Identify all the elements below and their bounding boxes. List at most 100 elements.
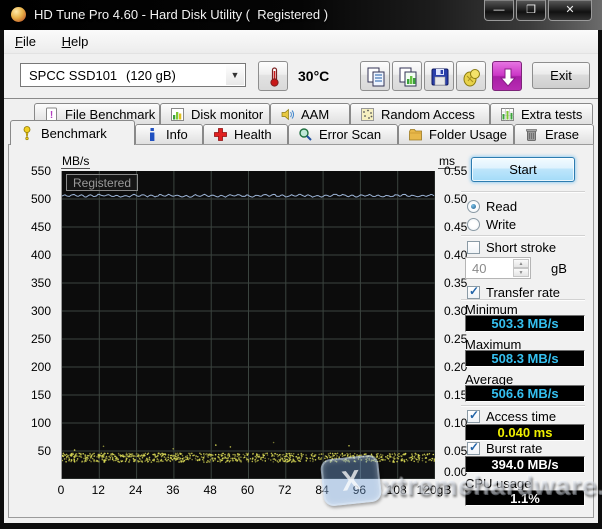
minimize-button[interactable]: —: [484, 0, 514, 21]
left-tick: 250: [30, 332, 51, 346]
checkbox-icon: [467, 241, 480, 254]
radio-circle-icon: [467, 200, 480, 213]
aam-icon: [280, 107, 295, 122]
drive-select[interactable]: SPCC SSD101 (120 gB) ▼: [20, 63, 246, 87]
left-tick: 50: [37, 444, 51, 458]
options-icon: [463, 69, 480, 87]
chevron-down-icon[interactable]: ▼: [226, 65, 244, 85]
tab-label: AAM: [301, 106, 330, 122]
tab-random-access[interactable]: Random Access: [350, 103, 490, 124]
drive-name: SPCC SSD101: [29, 68, 118, 83]
spinner-buttons: ▲ ▼: [513, 259, 529, 277]
tab-benchmark[interactable]: Benchmark: [10, 120, 135, 145]
burst-rate-value: 394.0 MB/s: [465, 456, 585, 473]
tab-erase[interactable]: Erase: [514, 124, 594, 144]
left-tick: 100: [30, 416, 51, 430]
x-tick: 0: [57, 483, 65, 497]
left-tick: 350: [30, 276, 51, 290]
svg-text:!: !: [50, 110, 53, 121]
erase-icon: [524, 127, 539, 142]
copy-button[interactable]: [360, 61, 390, 91]
burst-rate-checkbox[interactable]: Burst rate: [467, 440, 591, 456]
temperature-button[interactable]: [258, 61, 288, 91]
tab-aam[interactable]: AAM: [270, 103, 350, 124]
menu-help[interactable]: Help: [51, 30, 100, 52]
capacity-spinner[interactable]: 40 ▲ ▼: [465, 257, 531, 279]
burst-rate-label: Burst rate: [486, 441, 543, 456]
tab-label: Folder Usage: [429, 127, 508, 142]
radio-circle-icon: [467, 218, 480, 231]
left-tick: 400: [30, 248, 51, 262]
short-stroke-checkbox[interactable]: Short stroke: [467, 240, 591, 255]
left-tick: 150: [30, 388, 51, 402]
access-time-value: 0.040 ms: [465, 424, 585, 441]
left-tick: 450: [30, 220, 51, 234]
benchmark-plot: Registered: [61, 171, 436, 480]
folder-usage-icon: [408, 127, 423, 142]
error-scan-icon: [298, 127, 313, 142]
tab-label: Extra tests: [521, 106, 583, 122]
left-tick: 200: [30, 360, 51, 374]
average-value: 506.6 MB/s: [465, 385, 585, 402]
exit-button[interactable]: Exit: [532, 62, 590, 89]
read-label: Read: [486, 199, 518, 214]
tab-label: Benchmark: [41, 125, 107, 141]
start-button[interactable]: Start: [471, 157, 575, 182]
tab-info[interactable]: Info: [135, 124, 203, 144]
tab-health[interactable]: Health: [203, 124, 288, 144]
titlebar: HD Tune Pro 4.60 - Hard Disk Utility ( R…: [0, 0, 602, 30]
separator: [461, 405, 585, 407]
window-title: HD Tune Pro 4.60 - Hard Disk Utility ( R…: [34, 7, 329, 22]
spinner-unit-label: gB: [551, 261, 567, 276]
maximize-button[interactable]: ❒: [516, 0, 546, 21]
cpu-usage-value: 1.1%: [465, 490, 585, 506]
download-arrow-icon: [499, 68, 517, 87]
registered-watermark: Registered: [66, 174, 139, 191]
disk-monitor-icon: [170, 107, 185, 122]
spinner-down-icon[interactable]: ▼: [513, 268, 529, 277]
info-icon: [145, 127, 160, 142]
menu-file[interactable]: File: [4, 30, 47, 52]
x-tick: 72: [278, 483, 292, 497]
save-icon: [431, 68, 449, 86]
spinner-value: 40: [472, 261, 487, 276]
tab-label: Erase: [545, 127, 579, 142]
tab-label: Health: [234, 127, 272, 142]
copy-image-button[interactable]: [392, 61, 422, 91]
close-button[interactable]: ✕: [548, 0, 592, 21]
left-tick: 550: [30, 164, 51, 178]
cpu-usage-label: CPU usage: [465, 476, 532, 491]
read-radio[interactable]: Read: [467, 199, 587, 214]
transfer-rate-label: Transfer rate: [486, 285, 560, 300]
tab-error-scan[interactable]: Error Scan: [288, 124, 398, 144]
x-axis-ticks: 0 12 24 36 48 60 72 84 96 108 120gB: [57, 483, 452, 499]
options-button[interactable]: [456, 61, 486, 91]
tab-disk-monitor[interactable]: Disk monitor: [160, 103, 270, 124]
separator: [461, 299, 585, 301]
left-tick: 300: [30, 304, 51, 318]
short-stroke-label: Short stroke: [486, 240, 557, 255]
toolbar: SPCC SSD101 (120 gB) ▼ 30°C Exit: [4, 55, 598, 99]
thermometer-icon: [270, 67, 279, 87]
plot-canvas: [61, 171, 436, 480]
save-button[interactable]: [424, 61, 454, 91]
transfer-rate-checkbox[interactable]: Transfer rate: [467, 284, 591, 300]
tab-label: Random Access: [381, 106, 475, 122]
access-time-checkbox[interactable]: Access time: [467, 408, 591, 424]
maximum-value: 508.3 MB/s: [465, 350, 585, 367]
tab-label: Disk monitor: [191, 106, 264, 122]
tab-extra-tests[interactable]: Extra tests: [490, 103, 593, 124]
checkbox-icon: [467, 440, 480, 455]
minimum-value: 503.3 MB/s: [465, 315, 585, 332]
spinner-up-icon[interactable]: ▲: [513, 259, 529, 268]
x-tick: 96: [352, 483, 367, 497]
control-panel: Start Read Write Short stroke 40 ▲ ▼ gB …: [453, 145, 593, 517]
tab-folder-usage[interactable]: Folder Usage: [398, 124, 514, 144]
left-tick: 500: [30, 192, 51, 206]
x-tick: 24: [128, 483, 143, 497]
app-icon: [11, 7, 26, 22]
extra-tests-icon: [500, 107, 515, 122]
write-radio[interactable]: Write: [467, 217, 587, 232]
update-button[interactable]: [492, 61, 522, 91]
app-window: HD Tune Pro 4.60 - Hard Disk Utility ( R…: [0, 0, 602, 529]
